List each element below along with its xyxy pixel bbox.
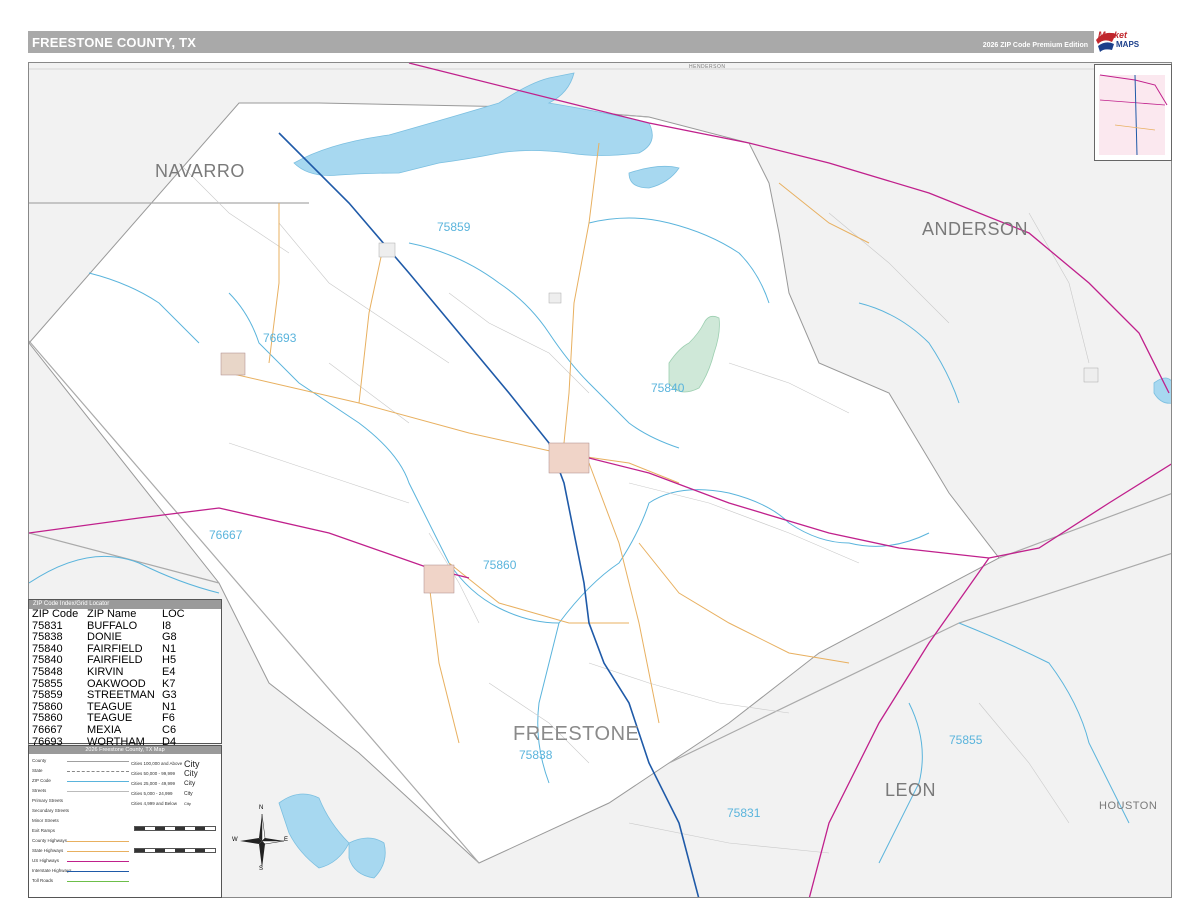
legend-line-streets: [67, 791, 129, 792]
legend-exit: Exit Ramps: [32, 828, 56, 833]
header-zip-code: ZIP Code: [32, 608, 79, 620]
legend-line-interstate: [67, 871, 129, 872]
legend-county: County: [32, 758, 47, 763]
legend-city-size-4: Cities 5,000 - 24,999: [131, 791, 173, 796]
legend-minor: Minor Streets: [32, 818, 59, 823]
legend-zip: ZIP Code: [32, 778, 51, 783]
legend-city-sample-5: City: [184, 801, 191, 806]
zip-label-75838: 75838: [519, 748, 553, 762]
table-row: 75848 KIRVIN E4: [32, 665, 185, 679]
zip-cell: 75848: [32, 665, 63, 678]
inset-map-svg: [1099, 74, 1168, 156]
legend-streets: Streets: [32, 788, 47, 793]
map-title: FREESTONE COUNTY, TX: [32, 35, 197, 50]
table-header-row: ZIP Code ZIP Name LOC: [32, 608, 185, 621]
zip-index-grid: ZIP Code ZIP Name LOC 75831 BUFFALO I8 758…: [32, 608, 185, 748]
zip-label-75859: 75859: [437, 220, 471, 234]
legend-line-us-hwy: [67, 861, 129, 862]
zip-cell: 76667: [32, 723, 63, 736]
name-cell: STREETMAN: [87, 689, 155, 702]
county-label-navarro: NAVARRO: [155, 161, 245, 181]
legend-line-toll: [67, 881, 129, 882]
legend-city-sample-1: City: [184, 759, 200, 769]
compass-e: E: [284, 837, 289, 843]
legend-city-sample-2: City: [184, 769, 198, 778]
county-label-leon: LEON: [885, 780, 937, 800]
name-cell: MEXIA: [87, 723, 122, 736]
name-cell: KIRVIN: [87, 665, 124, 678]
legend-line-state: [67, 771, 129, 772]
logo-brand-2: MAPS: [1116, 40, 1140, 49]
scale-bar-miles: [134, 826, 216, 831]
legend-city-size-1: Cities 100,000 and Above: [131, 761, 183, 766]
loc-cell: E4: [162, 665, 176, 678]
scale-bar-km: [134, 848, 216, 853]
legend-city-size-5: Cities 4,999 and Below: [131, 801, 178, 806]
loc-cell: G3: [162, 689, 177, 702]
legend-line-zip: [67, 781, 129, 782]
county-label-henderson: HENDERSON: [689, 64, 726, 70]
legend-toll: Toll Roads: [32, 878, 54, 883]
legend-line-state-hwy: [67, 851, 129, 852]
legend-state: State: [32, 768, 43, 773]
title-bar: FREESTONE COUNTY, TX 2026 ZIP Code Premi…: [28, 31, 1094, 53]
legend-interstate: Interstate Highways: [32, 868, 72, 873]
inset-map: [1094, 64, 1172, 161]
legend-line-county: [67, 761, 129, 762]
map-legend: 2026 Freestone County, TX Map County Sta…: [28, 745, 222, 898]
legend-city-sample-3: City: [184, 780, 196, 787]
legend-city-sample-4: City: [184, 791, 193, 797]
legend-primary: Primary Streets: [32, 798, 64, 803]
zip-label-75860: 75860: [483, 558, 517, 572]
legend-state-hwy: State Highways: [32, 848, 64, 853]
zip-label-76693: 76693: [263, 331, 297, 345]
zip-index-table: ZIP Code Index/Grid Locator ZIP Code ZIP…: [28, 599, 222, 747]
zip-cell: 75859: [32, 689, 63, 702]
zip-label-75831: 75831: [727, 806, 761, 820]
compass-w: W: [232, 837, 238, 843]
compass-rose-icon: N S E W: [232, 805, 289, 874]
header-loc: LOC: [162, 608, 185, 620]
county-label-freestone: FREESTONE: [513, 723, 640, 745]
loc-cell: C6: [162, 723, 177, 736]
zip-label-76667: 76667: [209, 528, 243, 542]
header-zip-name: ZIP Name: [87, 608, 137, 620]
county-label-houston: HOUSTON: [1099, 800, 1158, 812]
legend-line-county-hwy: [67, 841, 129, 842]
zip-label-75840: 75840: [651, 381, 685, 395]
table-row: 76667 MEXIA C6: [32, 723, 185, 737]
county-label-anderson: ANDERSON: [922, 219, 1029, 239]
legend-secondary: Secondary Streets: [32, 808, 70, 813]
compass-n: N: [259, 805, 264, 811]
legend-us-hwy: US Highways: [32, 858, 60, 863]
market-maps-logo: Market MAPS: [1094, 28, 1166, 58]
logo-brand-1: Market: [1098, 30, 1128, 40]
legend-city-size-2: Cities 50,000 - 99,999: [131, 771, 176, 776]
legend-title: 2026 Freestone County, TX Map: [29, 746, 221, 754]
table-row: 75859 STREETMAN G3: [32, 690, 185, 702]
compass-s: S: [259, 866, 264, 872]
edition-label: 2026 ZIP Code Premium Edition: [982, 42, 1088, 49]
zip-label-75855: 75855: [949, 733, 983, 747]
legend-county-hwy: County Highways: [32, 838, 68, 843]
legend-city-size-3: Cities 25,000 - 49,999: [131, 781, 176, 786]
